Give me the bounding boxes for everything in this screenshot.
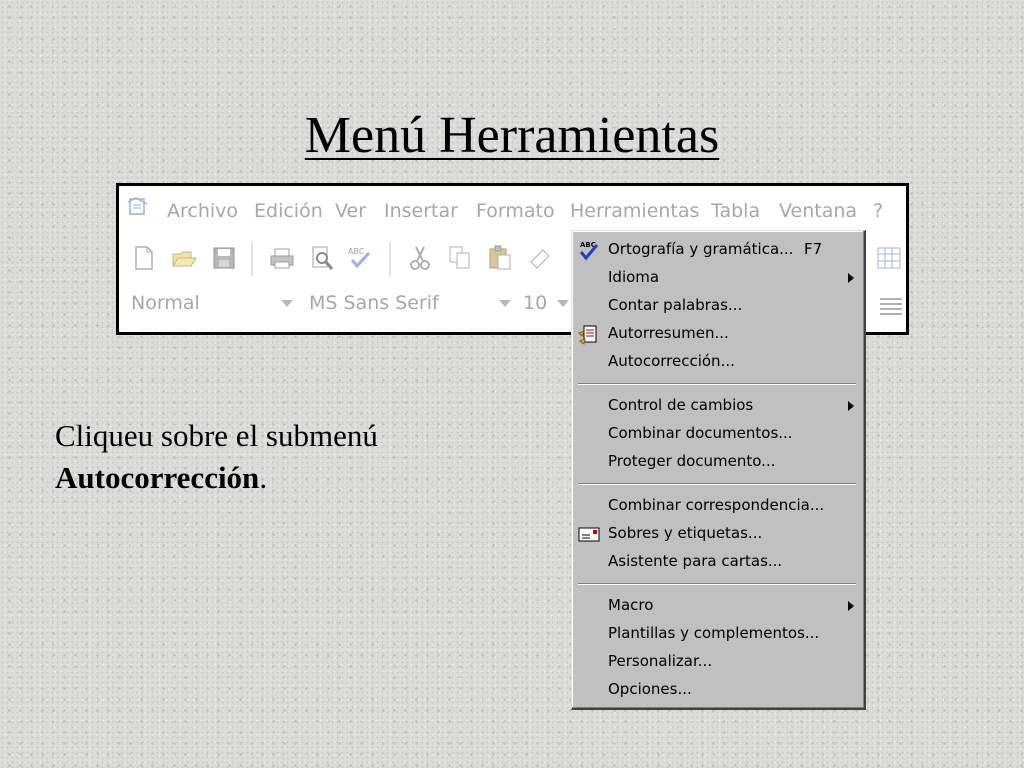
save-icon[interactable]	[211, 244, 237, 272]
font-dropdown-arrow-icon[interactable]	[499, 300, 511, 307]
open-folder-icon[interactable]	[171, 244, 197, 272]
menu-item-asistente-cartas[interactable]: Asistente para cartas...	[572, 548, 864, 576]
menu-item-macro[interactable]: Macro	[572, 592, 864, 620]
menu-item-label: Autorresumen...	[608, 324, 729, 342]
menu-item-idioma[interactable]: Idioma	[572, 264, 864, 292]
submenu-arrow-icon	[848, 601, 854, 611]
toolbar-separator	[389, 242, 391, 276]
menu-item-sobres-etiquetas[interactable]: Sobres y etiquetas...	[572, 520, 864, 548]
paste-icon[interactable]	[487, 244, 513, 272]
menu-archivo[interactable]: Archivo	[167, 200, 238, 222]
menu-item-label: Combinar correspondencia...	[608, 496, 825, 514]
autosummarize-icon	[578, 325, 597, 345]
envelope-icon	[578, 527, 600, 542]
menu-item-autocorreccion[interactable]: Autocorrección...	[572, 348, 864, 376]
menu-item-ortografia[interactable]: ABC Ortografía y gramática... F7	[572, 236, 864, 264]
submenu-arrow-icon	[848, 273, 854, 283]
herramientas-dropdown: ABC Ortografía y gramática... F7 Idioma …	[571, 230, 866, 710]
new-document-icon[interactable]	[131, 244, 157, 272]
copy-icon[interactable]	[447, 244, 473, 272]
menu-item-opciones[interactable]: Opciones...	[572, 676, 864, 704]
menu-separator	[578, 383, 856, 385]
cut-icon[interactable]	[407, 244, 433, 272]
menu-separator	[578, 583, 856, 585]
menu-insertar[interactable]: Insertar	[384, 200, 458, 222]
menu-ventana[interactable]: Ventana	[779, 200, 857, 222]
menu-item-label: Proteger documento...	[608, 452, 776, 470]
slide-title: Menú Herramientas	[0, 100, 1024, 172]
menu-item-contar-palabras[interactable]: Contar palabras...	[572, 292, 864, 320]
print-icon[interactable]	[269, 244, 295, 272]
instruction-emphasis: Autocorrección	[55, 460, 260, 495]
instruction-text: Cliqueu sobre el submenú Autocorrección.	[55, 415, 378, 499]
menu-item-label: Combinar documentos...	[608, 424, 793, 442]
size-dropdown-arrow-icon[interactable]	[557, 300, 569, 307]
menu-item-label: Ortografía y gramática...	[608, 240, 794, 258]
menu-item-label: Autocorrección...	[608, 352, 735, 370]
menu-item-shortcut: F7	[804, 240, 823, 258]
style-dropdown-arrow-icon[interactable]	[281, 300, 293, 307]
menu-item-label: Contar palabras...	[608, 296, 743, 314]
menu-item-combinar-correspondencia[interactable]: Combinar correspondencia...	[572, 492, 864, 520]
menu-item-label: Opciones...	[608, 680, 692, 698]
menu-item-label: Macro	[608, 596, 654, 614]
submenu-arrow-icon	[848, 401, 854, 411]
menu-item-combinar-documentos[interactable]: Combinar documentos...	[572, 420, 864, 448]
font-select[interactable]: MS Sans Serif	[309, 292, 439, 314]
menu-item-personalizar[interactable]: Personalizar...	[572, 648, 864, 676]
format-painter-icon[interactable]	[527, 244, 553, 272]
menu-bar: Archivo Edición Ver Insertar Formato Her…	[119, 186, 906, 234]
font-size-select[interactable]: 10	[523, 292, 547, 314]
menu-edicion[interactable]: Edición	[254, 200, 323, 222]
justify-align-icon[interactable]	[879, 296, 903, 318]
menu-ver[interactable]: Ver	[335, 200, 366, 222]
menu-help[interactable]: ?	[873, 200, 883, 222]
menu-item-autorresumen[interactable]: Autorresumen...	[572, 320, 864, 348]
menu-item-label: Plantillas y complementos...	[608, 624, 820, 642]
menu-item-label: Idioma	[608, 268, 660, 286]
menu-separator	[578, 483, 856, 485]
menu-item-label: Control de cambios	[608, 396, 754, 414]
menu-item-label: Personalizar...	[608, 652, 713, 670]
style-select[interactable]: Normal	[131, 292, 200, 314]
slide-title-text: Menú Herramientas	[304, 107, 720, 164]
document-icon	[127, 197, 148, 215]
menu-tabla[interactable]: Tabla	[711, 200, 760, 222]
menu-item-label: Sobres y etiquetas...	[608, 524, 763, 542]
print-preview-icon[interactable]	[309, 244, 335, 272]
spellcheck-icon: ABC	[579, 241, 599, 261]
menu-item-plantillas[interactable]: Plantillas y complementos...	[572, 620, 864, 648]
instruction-period: .	[259, 460, 268, 495]
instruction-line: Cliqueu sobre el submenú	[55, 418, 378, 453]
menu-item-proteger-documento[interactable]: Proteger documento...	[572, 448, 864, 476]
menu-formato[interactable]: Formato	[476, 200, 555, 222]
spelling-icon[interactable]: ABC	[347, 244, 373, 272]
insert-table-icon[interactable]	[876, 246, 902, 270]
menu-item-label: Asistente para cartas...	[608, 552, 783, 570]
toolbar-separator	[251, 242, 253, 276]
menu-herramientas[interactable]: Herramientas	[570, 200, 699, 222]
svg-text:ABC: ABC	[348, 247, 365, 256]
menu-item-control-cambios[interactable]: Control de cambios	[572, 392, 864, 420]
